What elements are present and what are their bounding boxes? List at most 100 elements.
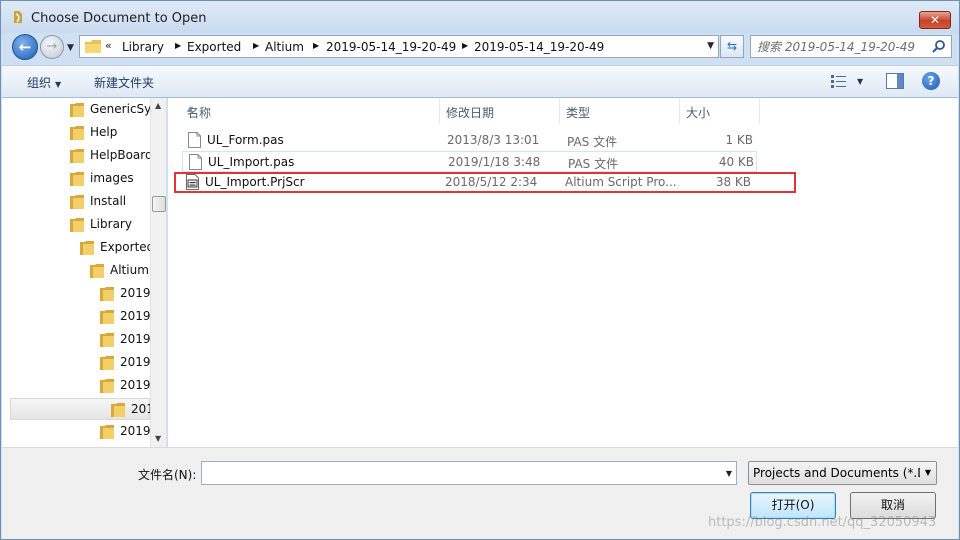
chevron-down-icon[interactable]: ▼ (707, 41, 714, 51)
breadcrumb-exported[interactable]: Exported (187, 40, 241, 54)
tree-item[interactable]: 2019 (100, 375, 150, 397)
breadcrumb-separator-icon[interactable]: ▶ (175, 41, 181, 50)
folder-icon (70, 172, 84, 186)
tree-item[interactable]: 2019 (100, 283, 150, 305)
folder-icon (80, 241, 94, 255)
file-date: 2019/1/18 3:48 (448, 155, 541, 169)
folder-icon (90, 264, 104, 278)
folder-icon (70, 126, 84, 140)
breadcrumb-library[interactable]: Library (122, 40, 164, 54)
recent-locations-dropdown[interactable]: ▼ (67, 43, 74, 53)
folder-icon (100, 333, 114, 347)
address-bar[interactable]: « Library ▶ Exported ▶ Altium ▶ 2019-05-… (79, 35, 719, 58)
tree-item[interactable]: Exported (80, 237, 150, 259)
search-icon[interactable] (932, 39, 946, 53)
file-row[interactable]: UL_Import.PrjScr 2018/5/12 2:34 Altium Scr… (174, 172, 796, 193)
tree-item[interactable]: Altium (90, 260, 150, 282)
title-bar: Choose Document to Open ✕ (1, 1, 959, 33)
scroll-down-icon[interactable]: ▼ (155, 434, 161, 443)
refresh-icon: ⇆ (726, 39, 738, 53)
chevron-down-icon[interactable]: ▼ (920, 462, 936, 484)
open-dialog: Choose Document to Open ✕ ← → ▼ « Librar… (0, 0, 960, 540)
tree-item[interactable]: images (70, 168, 150, 190)
tree-item[interactable]: Help (70, 122, 150, 144)
tree-item-label: images (90, 171, 134, 185)
filename-combobox[interactable]: ▼ (201, 461, 737, 485)
file-name: UL_Form.pas (207, 133, 284, 147)
tree-item-label: Install (90, 194, 127, 208)
chevron-down-icon[interactable]: ▼ (726, 469, 732, 478)
breadcrumb-separator-icon[interactable]: ▶ (462, 41, 468, 50)
script-project-icon (186, 174, 199, 190)
search-input[interactable] (757, 39, 927, 54)
file-size: 38 KB (715, 175, 751, 189)
folder-icon (70, 218, 84, 232)
file-date: 2018/5/12 2:34 (445, 175, 538, 189)
scroll-thumb[interactable] (152, 196, 166, 212)
tree-item-label: 2019 (120, 424, 150, 438)
file-name: UL_Import.PrjScr (205, 175, 305, 189)
tree-item[interactable]: 2019 (100, 352, 150, 374)
column-header-type[interactable]: 类型 (560, 98, 680, 124)
breadcrumb-date-folder[interactable]: 2019-05-14_19-20-49 (326, 40, 456, 54)
organize-label: 组织 (27, 76, 52, 90)
tree-item-label: GenericSy (90, 102, 150, 116)
view-options-icon[interactable] (831, 74, 847, 88)
filename-input[interactable] (205, 465, 705, 481)
tree-item-label: Exported (100, 240, 150, 254)
view-dropdown-icon[interactable]: ▼ (857, 77, 863, 86)
help-icon[interactable]: ? (922, 72, 940, 90)
new-folder-button[interactable]: 新建文件夹 (94, 74, 154, 91)
breadcrumb-current-folder[interactable]: 2019-05-14_19-20-49 (474, 40, 604, 54)
close-button[interactable]: ✕ (919, 11, 951, 29)
folder-icon (70, 103, 84, 117)
tree-item[interactable]: Library (70, 214, 150, 236)
tree-item[interactable]: 2019 (100, 421, 150, 443)
breadcrumb-overflow[interactable]: « (105, 39, 112, 52)
column-header-date[interactable]: 修改日期 (440, 98, 560, 124)
document-icon (189, 154, 202, 170)
navigation-pane: GenericSy Help HelpBoard images Install Libra… (2, 98, 167, 447)
preview-pane-icon[interactable] (886, 73, 904, 89)
file-row[interactable]: UL_Form.pas 2013/8/3 13:01 PAS 文件 1 KB (182, 130, 757, 151)
search-box[interactable] (750, 35, 952, 58)
back-button[interactable]: ← (12, 34, 38, 60)
tree-item-label: 2019 (120, 355, 150, 369)
window-title: Choose Document to Open (31, 11, 207, 26)
file-type-value: Projects and Documents (*.D (753, 466, 927, 480)
folder-icon (111, 403, 125, 417)
column-header-name[interactable]: 名称 ▲ (181, 98, 440, 124)
tree-item-label: 2019 (120, 309, 150, 323)
file-size: 1 KB (725, 133, 753, 147)
tree-item[interactable]: 2019 (100, 329, 150, 351)
arrow-right-icon: → (46, 39, 58, 54)
file-type-select[interactable]: Projects and Documents (*.D ▼ (748, 461, 937, 485)
breadcrumb-separator-icon[interactable]: ▶ (253, 41, 259, 50)
tree-item-label: 2019 (120, 378, 150, 392)
organize-button[interactable]: 组织 ▼ (27, 74, 61, 91)
tree-item[interactable]: 2019 (100, 306, 150, 328)
command-toolbar: 组织 ▼ 新建文件夹 ▼ ? (2, 65, 958, 98)
bottom-panel: 文件名(N): ▼ Projects and Documents (*.D ▼ … (2, 447, 958, 539)
scroll-up-icon[interactable]: ▲ (155, 101, 161, 110)
forward-button[interactable]: → (40, 35, 64, 59)
breadcrumb-separator-icon[interactable]: ▶ (313, 41, 319, 50)
column-header-type-label: 类型 (566, 106, 591, 120)
file-row[interactable]: UL_Import.pas 2019/1/18 3:48 PAS 文件 40 KB (182, 151, 757, 172)
tree-item[interactable]: GenericSy (70, 99, 150, 121)
tree-item[interactable]: Install (70, 191, 150, 213)
tree-item[interactable]: 201 (10, 398, 154, 420)
tree-item[interactable]: HelpBoard (70, 145, 150, 167)
folder-icon (100, 425, 114, 439)
nav-scrollbar[interactable]: ▲ ▼ (150, 98, 166, 447)
tree-item-label: Help (90, 125, 118, 139)
folder-icon (100, 287, 114, 301)
column-header-size[interactable]: 大小 (680, 98, 760, 124)
folder-icon (70, 195, 84, 209)
file-type: PAS 文件 (567, 135, 618, 149)
breadcrumb-altium[interactable]: Altium (265, 40, 304, 54)
refresh-button[interactable]: ⇆ (720, 35, 744, 58)
column-header-date-label: 修改日期 (446, 106, 495, 120)
tree-item-label: 2019 (120, 332, 150, 346)
tree-item-label: 2019 (120, 286, 150, 300)
